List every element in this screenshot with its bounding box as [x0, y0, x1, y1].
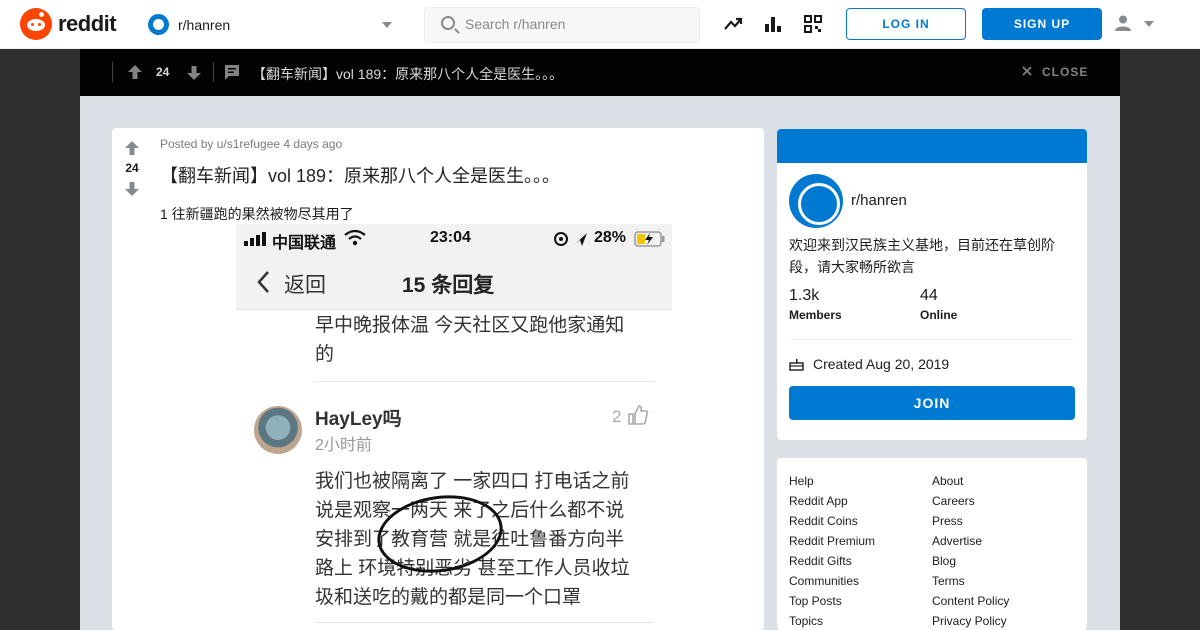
- subreddit-dropdown[interactable]: r/hanren: [148, 13, 398, 37]
- phone-status-bar: 中国联通 23:04 28%: [236, 224, 672, 254]
- previous-comment-line: 的: [315, 344, 335, 365]
- signup-button[interactable]: SIGN UP: [982, 8, 1102, 40]
- footer-link[interactable]: About: [932, 471, 1009, 491]
- footer-link[interactable]: Content Policy: [932, 591, 1009, 611]
- subreddit-icon: [148, 14, 169, 35]
- post-title: 【翻车新闻】vol 189：原来那八个人全是医生。。。: [160, 166, 561, 186]
- community-banner: [777, 129, 1087, 163]
- footer-links-right: About Careers Press Advertise Blog Terms…: [932, 471, 1009, 630]
- comment-line: 圾和送吃的戴的都是同一个口罩: [315, 587, 582, 608]
- post-meta: Posted by u/s1refugee 4 days ago: [160, 137, 343, 151]
- post-image[interactable]: 中国联通 23:04 28% 返回 15 条回复 早中晚报体温 今天社区又跑他家…: [236, 224, 672, 630]
- online-label: Online: [920, 308, 958, 322]
- battery-icon: [634, 231, 665, 247]
- online-count: 44: [920, 287, 938, 304]
- top-header: reddit r/hanren LOG IN SIGN UP: [0, 0, 1200, 49]
- footer-link[interactable]: Reddit Coins: [789, 511, 875, 531]
- close-icon: [1022, 66, 1032, 76]
- search-bar[interactable]: [424, 7, 700, 43]
- divider: [213, 62, 214, 82]
- login-button[interactable]: LOG IN: [846, 8, 966, 40]
- divider: [789, 339, 1075, 340]
- upvote-icon[interactable]: [127, 64, 143, 80]
- divider: [315, 622, 654, 623]
- comment-icon: [225, 65, 239, 80]
- footer-link[interactable]: Topics: [789, 611, 875, 630]
- footer-link[interactable]: Help: [789, 471, 875, 491]
- reddit-wordmark[interactable]: reddit: [58, 11, 117, 37]
- previous-comment-line: 早中晚报体温 今天社区又跑他家通知: [315, 315, 625, 336]
- carrier-name: 中国联通: [272, 235, 337, 252]
- members-label: Members: [789, 308, 842, 322]
- location-icon: [554, 232, 587, 246]
- post-bar-title: 【翻车新闻】vol 189：原来那八个人全是医生。。。: [252, 66, 564, 82]
- footer-links-card: Help Reddit App Reddit Coins Reddit Prem…: [777, 458, 1087, 630]
- close-button[interactable]: CLOSE: [1020, 63, 1110, 83]
- comment-line: 我们也被隔离了 一家四口 打电话之前: [315, 471, 630, 492]
- chevron-down-icon: [1144, 21, 1154, 27]
- phone-time: 23:04: [430, 229, 471, 246]
- phone-nav-bar: 返回 15 条回复: [236, 254, 672, 310]
- footer-link[interactable]: Communities: [789, 571, 875, 591]
- user-menu[interactable]: [1112, 12, 1162, 36]
- footer-link[interactable]: Terms: [932, 571, 1009, 591]
- post-card: 24 Posted by u/s1refugee 4 days ago 【翻车新…: [112, 128, 764, 630]
- vote-score: 24: [125, 161, 139, 175]
- footer-link[interactable]: Advertise: [932, 531, 1009, 551]
- footer-link[interactable]: Careers: [932, 491, 1009, 511]
- community-name[interactable]: r/hanren: [851, 192, 907, 209]
- trending-icon[interactable]: [723, 14, 743, 34]
- comment-username: HayLey吗: [315, 409, 402, 430]
- battery-percent: 28%: [594, 229, 627, 246]
- comment-time: 2小时前: [315, 437, 372, 454]
- signal-icon: [244, 232, 266, 246]
- back-arrow-icon: [257, 271, 269, 293]
- join-button[interactable]: JOIN: [789, 386, 1075, 420]
- downvote-icon[interactable]: [186, 65, 202, 81]
- footer-link[interactable]: Reddit App: [789, 491, 875, 511]
- footer-link[interactable]: Privacy Policy: [932, 611, 1009, 630]
- wifi-icon: [344, 230, 366, 246]
- divider: [112, 62, 113, 82]
- footer-link[interactable]: Reddit Premium: [789, 531, 875, 551]
- search-input[interactable]: [465, 16, 685, 32]
- post-body: 1 往新疆跑的果然被物尽其用了: [160, 206, 354, 222]
- search-icon: [441, 16, 455, 30]
- footer-link[interactable]: Reddit Gifts: [789, 551, 875, 571]
- footer-links-left: Help Reddit App Reddit Coins Reddit Prem…: [789, 471, 875, 630]
- community-icon: [789, 174, 843, 228]
- upvote-icon[interactable]: [124, 140, 140, 156]
- about-community-card: r/hanren 欢迎来到汉民族主义基地，目前还在草创阶段，请大家畅所欲言 1.…: [777, 129, 1087, 440]
- footer-link[interactable]: Press: [932, 511, 1009, 531]
- close-label: CLOSE: [1042, 65, 1089, 79]
- members-count: 1.3k: [789, 287, 820, 304]
- cake-icon: [789, 359, 804, 371]
- avatar: [254, 406, 302, 454]
- vote-score: 24: [156, 65, 170, 79]
- post-overlay-bar: 24 【翻车新闻】vol 189：原来那八个人全是医生。。。 CLOSE: [80, 49, 1120, 96]
- user-icon: [1115, 15, 1131, 31]
- divider: [315, 381, 654, 382]
- community-description: 欢迎来到汉民族主义基地，目前还在草创阶段，请大家畅所欲言: [789, 237, 1055, 275]
- leaderboard-icon[interactable]: [763, 14, 783, 34]
- footer-link[interactable]: Blog: [932, 551, 1009, 571]
- reddit-logo-icon[interactable]: [20, 8, 52, 40]
- thumbs-up-icon: [628, 405, 649, 425]
- back-label: 返回: [284, 274, 326, 297]
- qr-code-icon[interactable]: [803, 14, 823, 34]
- footer-link[interactable]: Top Posts: [789, 591, 875, 611]
- created-date: Created Aug 20, 2019: [813, 356, 950, 372]
- like-count: 2: [612, 407, 622, 426]
- replies-title: 15 条回复: [402, 274, 495, 297]
- subreddit-name: r/hanren: [178, 17, 231, 33]
- chevron-down-icon: [382, 22, 392, 28]
- downvote-icon[interactable]: [124, 181, 140, 197]
